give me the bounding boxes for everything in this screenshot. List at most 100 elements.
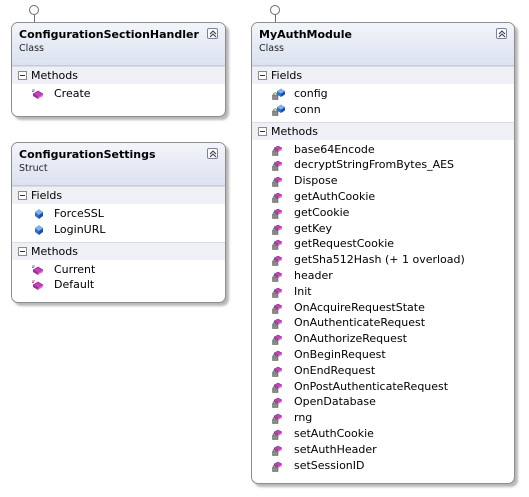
member-name: getSha512Hash (+ 1 overload) [294,253,465,267]
private-field-icon [272,88,286,100]
member-name: setAuthHeader [294,442,377,456]
member-name: ForceSSL [54,207,104,220]
member-row[interactable]: getAuthCookie [252,189,514,205]
private-method-icon [272,444,286,456]
member-name: LoginURL [54,222,106,236]
section-header-fields[interactable]: Fields [12,186,225,204]
class-stereotype: Class [259,43,284,54]
private-method-icon [272,317,286,330]
member-name: Dispose [294,174,338,188]
private-method-icon [272,349,286,361]
struct-box-configurationsettings[interactable]: ConfigurationSettings Struct Fields Forc… [11,142,226,303]
private-method-icon [272,381,286,393]
member-row[interactable]: OpenDatabase [252,394,514,410]
struct-title: ConfigurationSettings [19,148,156,161]
member-name: Current [54,262,96,276]
class-stereotype: Class [19,43,44,54]
private-method-icon [272,270,286,282]
collapse-section-icon[interactable] [18,191,27,200]
class-box-configurationsectionhandler[interactable]: ConfigurationSectionHandler Class Method… [11,22,226,117]
private-method-icon [272,333,286,345]
member-name: getCookie [294,205,350,219]
member-row[interactable]: OnPostAuthenticateRequest [252,379,514,395]
member-row[interactable]: getCookie [252,205,514,221]
section-label: Fields [271,69,303,82]
class-header[interactable]: ConfigurationSectionHandler Class [12,23,225,66]
member-row[interactable]: Default [12,277,225,293]
struct-header[interactable]: ConfigurationSettings Struct [12,143,225,186]
member-row[interactable]: setAuthHeader [252,442,514,458]
member-name: getKey [294,221,333,235]
collapse-section-icon[interactable] [18,246,27,256]
member-name: Default [54,278,95,292]
member-row[interactable]: setSessionID [252,458,514,474]
member-row[interactable]: OnAuthorizeRequest [252,331,514,347]
member-name: config [294,87,328,100]
member-row[interactable]: getSha512Hash (+ 1 overload) [252,252,514,268]
private-method-icon [272,207,286,219]
section-label: Methods [31,244,78,258]
public-method-icon [32,279,46,291]
member-row[interactable]: Init [252,284,514,300]
member-row[interactable]: ForceSSL [12,206,225,222]
member-row[interactable]: header [252,268,514,284]
section-header-methods[interactable]: Methods [12,66,225,84]
private-method-icon [272,365,286,377]
section-header-methods[interactable]: Methods [252,121,514,140]
private-method-icon [272,175,286,187]
member-name: base64Encode [294,142,375,156]
member-list: Current Default [12,260,225,298]
class-header[interactable]: MyAuthModule Class [252,23,514,66]
private-method-icon [272,223,286,235]
collapse-icon[interactable] [496,28,507,39]
member-row[interactable]: config [252,86,514,102]
collapse-section-icon[interactable] [18,71,27,80]
member-name: Init [294,284,312,298]
member-list: ForceSSL LoginURL [12,204,225,242]
section-header-fields[interactable]: Fields [252,66,514,84]
member-row[interactable]: decryptStringFromBytes_AES [252,157,514,173]
section-label: Fields [31,189,63,202]
collapse-icon[interactable] [207,148,218,159]
member-row[interactable]: Current [12,262,225,278]
member-row[interactable]: Create [12,86,225,102]
public-method-icon [32,264,46,276]
member-row[interactable]: OnAcquireRequestState [252,300,514,316]
member-row[interactable]: OnEndRequest [252,363,514,379]
class-box-myauthmodule[interactable]: MyAuthModule Class Fields config conn Met… [251,22,515,484]
member-name: OnAcquireRequestState [294,300,425,314]
private-method-icon [272,412,286,424]
member-name: header [294,268,333,282]
member-row[interactable]: getRequestCookie [252,236,514,252]
public-field-icon [32,208,46,220]
member-name: OnEndRequest [294,363,376,377]
member-name: OnAuthorizeRequest [294,332,407,346]
private-method-icon [272,238,286,251]
member-row[interactable]: setAuthCookie [252,426,514,442]
member-name: setAuthCookie [294,426,374,440]
member-row[interactable]: OnAuthenticateRequest [252,315,514,331]
member-row[interactable]: LoginURL [12,222,225,238]
class-title: ConfigurationSectionHandler [19,28,199,41]
section-header-methods[interactable]: Methods [12,241,225,260]
member-name: conn [294,102,321,116]
collapse-icon[interactable] [207,28,218,39]
collapse-section-icon[interactable] [258,71,267,80]
member-name: Create [54,87,91,100]
private-method-icon [272,428,286,440]
member-name: decryptStringFromBytes_AES [294,158,455,172]
member-list: config conn [252,84,514,122]
collapse-section-icon[interactable] [258,126,267,136]
public-field-icon [32,224,46,236]
member-row[interactable]: Dispose [252,173,514,189]
member-name: OnAuthenticateRequest [294,316,426,330]
member-row[interactable]: rng [252,410,514,426]
member-row[interactable]: conn [252,102,514,118]
public-method-icon [32,88,46,100]
member-row[interactable]: getKey [252,221,514,237]
member-row[interactable]: base64Encode [252,142,514,158]
member-name: OnPostAuthenticateRequest [294,379,449,393]
member-name: getAuthCookie [294,189,376,203]
class-title: MyAuthModule [259,28,352,41]
member-row[interactable]: OnBeginRequest [252,347,514,363]
